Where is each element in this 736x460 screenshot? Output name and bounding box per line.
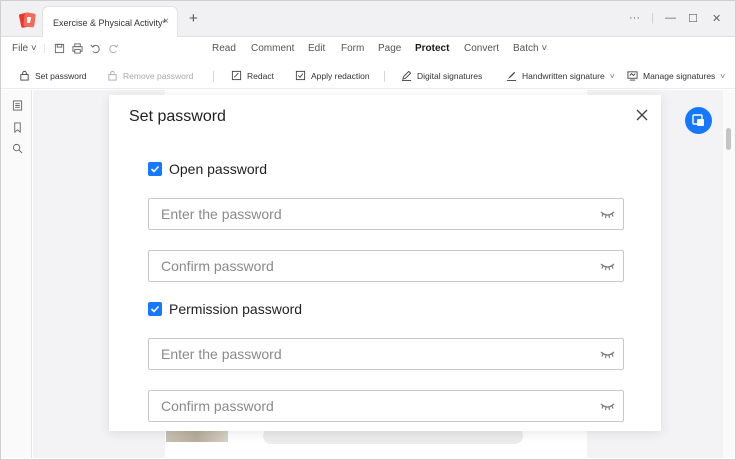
apply-redaction-icon: [295, 70, 306, 81]
permission-password-field[interactable]: [148, 338, 624, 370]
undo-icon[interactable]: [90, 43, 101, 54]
redact-button[interactable]: Redact: [231, 70, 274, 81]
bookmark-icon[interactable]: [12, 122, 23, 133]
eye-closed-icon[interactable]: [600, 261, 615, 271]
menu-form[interactable]: Form: [341, 43, 364, 54]
eye-closed-icon[interactable]: [600, 349, 615, 359]
menu-comment[interactable]: Comment: [251, 43, 294, 54]
open-password-confirm-field[interactable]: [148, 250, 624, 282]
title-separator: |: [651, 12, 654, 24]
document-tab[interactable]: Exercise & Physical Activity* ×: [42, 6, 178, 37]
permission-password-option[interactable]: Permission password: [148, 301, 302, 317]
eye-closed-icon[interactable]: [600, 209, 615, 219]
menu-protect[interactable]: Protect: [415, 43, 449, 54]
floating-action-button[interactable]: [685, 107, 712, 134]
menu-read[interactable]: Read: [212, 43, 236, 54]
protect-toolbar: Set password Remove password Redact Appl…: [1, 63, 735, 89]
manage-signatures-icon: [627, 71, 638, 81]
scrollbar-thumb[interactable]: [726, 128, 731, 150]
print-icon[interactable]: [72, 43, 83, 54]
digital-signatures-button[interactable]: Digital signatures: [401, 70, 482, 81]
open-password-option[interactable]: Open password: [148, 161, 267, 177]
file-menu[interactable]: File ˅: [12, 43, 37, 54]
permission-password-label: Permission password: [169, 301, 303, 317]
maximize-button[interactable]: ☐: [688, 12, 698, 25]
page-image-fragment: [166, 430, 228, 442]
menu-batch[interactable]: Batch ˅: [513, 43, 547, 54]
permission-password-confirm-field[interactable]: [148, 390, 624, 422]
menu-bar: File ˅ | Read Comment Edit Form Page Pro…: [1, 38, 735, 62]
close-window-button[interactable]: ✕: [712, 12, 721, 25]
manage-signatures-button[interactable]: Manage signatures ˅: [627, 70, 725, 81]
title-bar: Exercise & Physical Activity* × + ··· | …: [1, 1, 735, 37]
check-icon: [150, 305, 160, 313]
app-logo-icon[interactable]: [18, 10, 38, 30]
menu-separator: |: [43, 43, 46, 54]
save-icon[interactable]: [54, 43, 65, 54]
unlock-icon: [108, 70, 117, 81]
set-password-dialog: Set password Open password Permission pa…: [109, 95, 661, 431]
permission-password-checkbox[interactable]: [148, 302, 162, 316]
permission-password-input[interactable]: [161, 345, 581, 363]
search-icon[interactable]: [12, 143, 23, 154]
close-icon[interactable]: [635, 108, 649, 122]
toolbar-separator: [213, 71, 214, 82]
eye-closed-icon[interactable]: [600, 401, 615, 411]
tab-close-icon[interactable]: ×: [163, 16, 169, 27]
open-password-input[interactable]: [161, 205, 581, 223]
open-password-field[interactable]: [148, 198, 624, 230]
open-password-checkbox[interactable]: [148, 162, 162, 176]
toolbar-separator: [384, 71, 385, 82]
menu-convert[interactable]: Convert: [464, 43, 499, 54]
remove-password-button[interactable]: Remove password: [107, 70, 193, 81]
vertical-scrollbar[interactable]: [723, 90, 735, 458]
set-password-button[interactable]: Set password: [19, 70, 87, 81]
apply-redaction-button[interactable]: Apply redaction: [295, 70, 370, 81]
permission-password-confirm-input[interactable]: [161, 397, 581, 415]
chevron-down-icon: ˅: [609, 70, 615, 81]
more-options-icon[interactable]: ···: [629, 12, 640, 24]
left-sidebar: [1, 90, 32, 458]
minimize-button[interactable]: —: [665, 12, 676, 24]
handwritten-signature-button[interactable]: Handwritten signature ˅: [506, 70, 615, 81]
open-password-label: Open password: [169, 161, 268, 177]
chevron-down-icon: ˅: [720, 70, 726, 81]
lock-icon: [20, 70, 29, 81]
open-password-confirm-input[interactable]: [161, 257, 581, 275]
thumbnails-icon[interactable]: [12, 100, 23, 111]
menu-page[interactable]: Page: [378, 43, 401, 54]
new-tab-button[interactable]: +: [189, 10, 198, 27]
dialog-title: Set password: [129, 108, 226, 125]
tab-title: Exercise & Physical Activity*: [53, 18, 167, 28]
pen-icon: [401, 70, 412, 81]
handwriting-icon: [506, 71, 517, 81]
menu-edit[interactable]: Edit: [308, 43, 325, 54]
redo-icon[interactable]: [108, 43, 119, 54]
ai-assistant-icon: [692, 114, 704, 126]
check-icon: [150, 165, 160, 173]
app-window: Exercise & Physical Activity* × + ··· | …: [0, 0, 736, 460]
redact-icon: [231, 70, 242, 81]
